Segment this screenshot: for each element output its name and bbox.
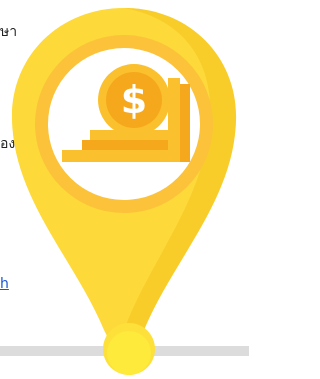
coin-stack-mid	[82, 140, 168, 150]
coin-edge-right-2	[180, 84, 190, 162]
coin-edge-right	[168, 78, 180, 162]
pin-tip-dot-core	[107, 331, 151, 375]
coin-stack-base	[62, 150, 172, 162]
map-pin-coins-icon: $	[11, 8, 237, 375]
dollar-sign: $	[121, 78, 147, 122]
